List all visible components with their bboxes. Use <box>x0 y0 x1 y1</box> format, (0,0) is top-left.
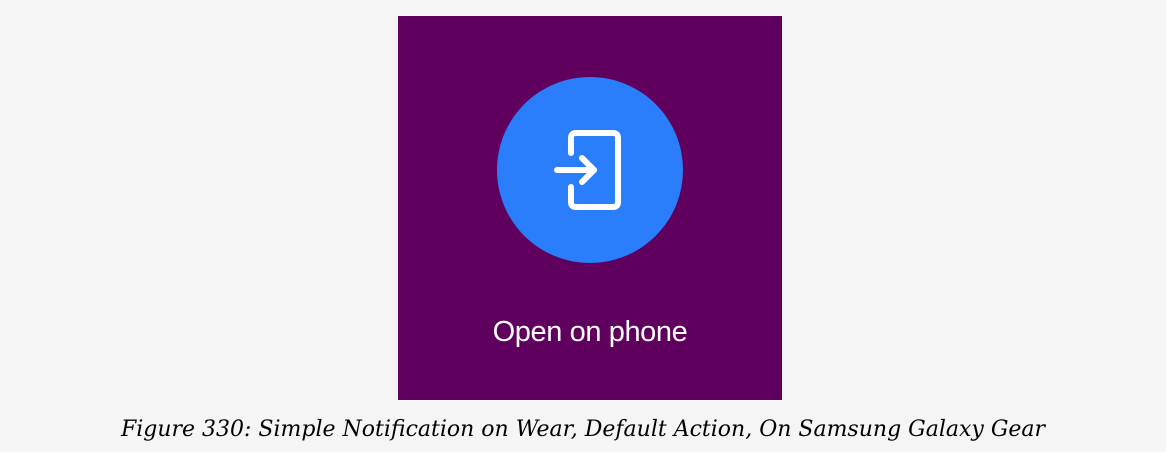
open-on-phone-icon <box>554 130 621 210</box>
figure-caption: Figure 330: Simple Notification on Wear,… <box>120 417 1046 442</box>
open-on-phone-button[interactable] <box>497 77 683 263</box>
watch-screen: Open on phone <box>398 16 782 400</box>
action-label: Open on phone <box>492 316 688 348</box>
